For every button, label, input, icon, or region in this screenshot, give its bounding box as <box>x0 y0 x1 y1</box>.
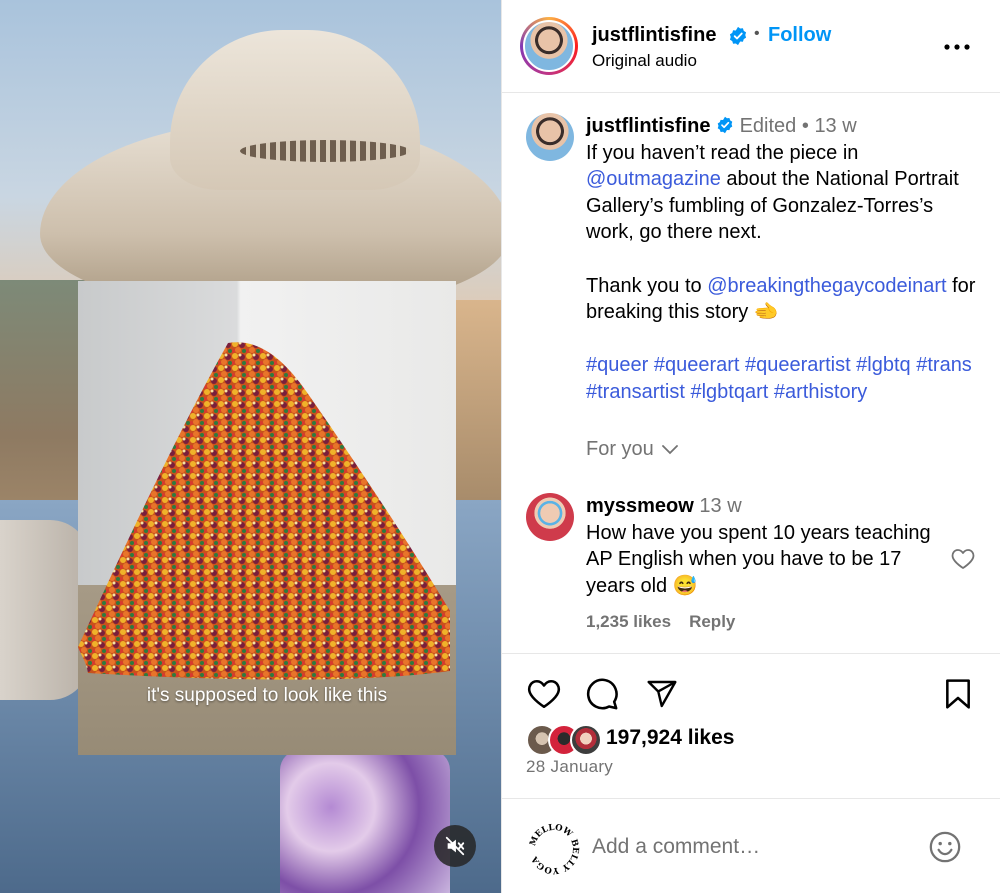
caption-thanks: Thank you to <box>586 274 708 297</box>
liker-avatar <box>570 724 602 756</box>
save-button[interactable] <box>938 674 978 714</box>
mute-toggle-button[interactable] <box>434 825 476 867</box>
caption-username[interactable]: justflintisfine <box>586 115 710 137</box>
post-media[interactable]: it's supposed to look like this <box>0 0 501 893</box>
comment-text: How have you spent 10 years teaching AP … <box>586 521 931 597</box>
comment-item: myssmeow 13 w How have you spent 10 year… <box>586 493 936 599</box>
comment-button[interactable] <box>582 674 622 714</box>
comment-bubble-icon <box>586 678 618 710</box>
audio-link[interactable]: Original audio <box>592 51 697 71</box>
for-you-toggle[interactable]: For you <box>586 438 678 461</box>
video-subtitle: it's supposed to look like this <box>146 685 388 706</box>
separator-dot: • <box>754 25 760 42</box>
comment-likes[interactable]: 1,235 likes <box>586 612 671 632</box>
hoodie <box>0 520 90 700</box>
hashtags[interactable]: #queer #queerart #queerartist #lgbtq #tr… <box>586 352 986 405</box>
more-options-button[interactable] <box>942 32 972 62</box>
sweat-smile-emoji: 😅 <box>672 574 698 597</box>
verified-badge-icon <box>717 116 733 134</box>
post-panel: justflintisfine • Follow Original audio … <box>501 0 1000 893</box>
comment-actions: 1,235 likes Reply <box>586 612 735 632</box>
candy-pile-image <box>78 342 450 680</box>
post-caption: justflintisfine Edited • 13 w If you hav… <box>586 113 986 406</box>
share-button[interactable] <box>642 674 682 714</box>
likes-count[interactable]: 197,924 likes <box>606 726 734 750</box>
like-button[interactable] <box>524 674 564 714</box>
more-horizontal-icon <box>944 44 970 50</box>
liker-avatars[interactable] <box>526 724 602 756</box>
post-header: justflintisfine • Follow Original audio <box>502 0 1000 93</box>
meta-dot: • <box>801 115 809 137</box>
chevron-down-icon <box>661 444 678 454</box>
add-comment-bar: MELLOW BELLY YOGA <box>502 798 1000 893</box>
for-you-label: For you <box>586 438 654 460</box>
follow-button[interactable]: Follow <box>768 24 831 47</box>
heart-icon <box>527 679 561 709</box>
post-date: 28 January <box>526 757 614 776</box>
speaker-muted-icon <box>445 836 465 856</box>
paper-plane-icon <box>647 680 677 708</box>
comment-time: 13 w <box>699 495 742 517</box>
caption-author-avatar[interactable] <box>526 113 574 161</box>
current-user-avatar: MELLOW BELLY YOGA <box>526 821 582 877</box>
pointing-hand-emoji: 🫲 <box>753 301 779 324</box>
reply-button[interactable]: Reply <box>689 612 735 632</box>
verified-badge-icon <box>729 26 747 46</box>
caption-time[interactable]: 13 w <box>814 115 856 137</box>
mention-outmagazine[interactable]: @outmagazine <box>586 168 721 190</box>
mellow-belly-yoga-logo: MELLOW BELLY YOGA <box>528 823 580 875</box>
caption-text-1: If you haven’t read the piece in <box>586 141 859 164</box>
commenter-avatar[interactable] <box>526 493 574 541</box>
comment-like-button[interactable] <box>951 548 975 575</box>
hat-band <box>240 140 410 162</box>
emoji-picker-button[interactable] <box>927 829 963 865</box>
edited-label: Edited <box>739 115 797 137</box>
mention-breakingthegaycodeinart[interactable]: @breakingthegaycodeinart <box>707 275 946 297</box>
author-username[interactable]: justflintisfine <box>592 24 716 47</box>
author-avatar[interactable] <box>520 17 578 75</box>
comment-input[interactable] <box>592 829 912 865</box>
cowboy-hat-crown <box>170 30 420 190</box>
bookmark-icon <box>946 679 970 709</box>
candy-pile-photo: it's supposed to look like this <box>78 281 456 755</box>
tie-dye-shirt <box>280 750 450 893</box>
svg-text:MELLOW BELLY YOGA: MELLOW BELLY YOGA <box>528 823 580 875</box>
heart-outline-icon <box>951 549 975 569</box>
smiley-icon <box>929 831 961 863</box>
commenter-username[interactable]: myssmeow <box>586 495 694 517</box>
